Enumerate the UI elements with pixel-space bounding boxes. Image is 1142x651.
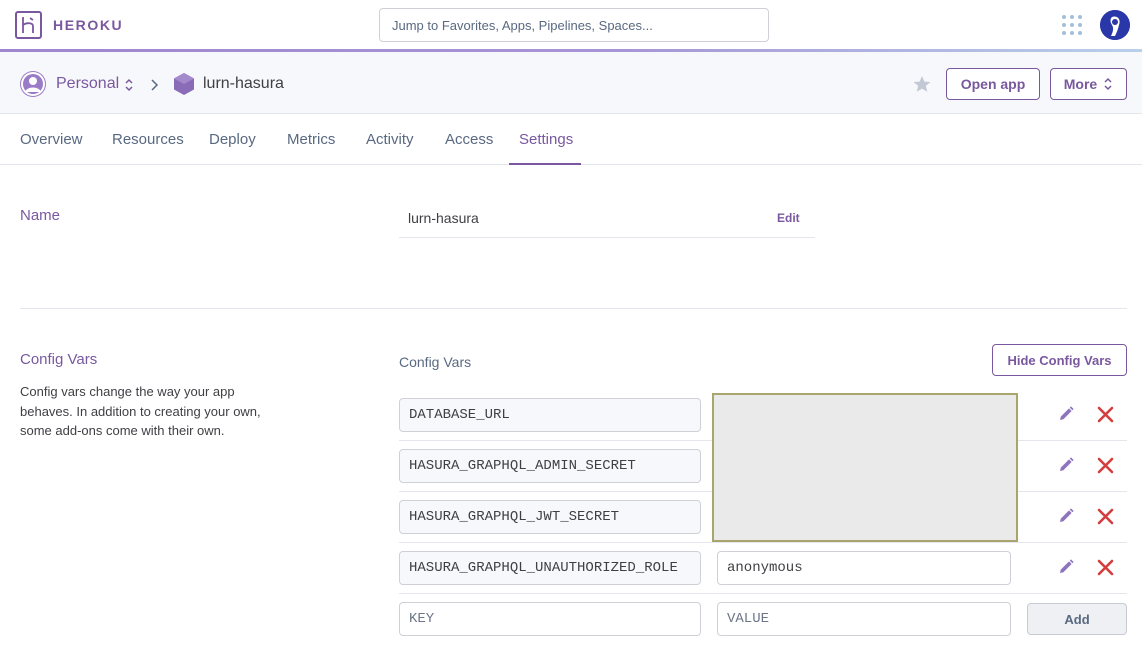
chevron-updown-icon: [1104, 77, 1112, 91]
new-key-input[interactable]: [399, 602, 701, 636]
config-key-field[interactable]: [399, 398, 701, 432]
hide-config-vars-button[interactable]: Hide Config Vars: [992, 344, 1127, 376]
section-divider: [20, 308, 1127, 309]
star-icon[interactable]: [912, 74, 932, 99]
pencil-icon[interactable]: [1057, 456, 1075, 479]
search-input[interactable]: [379, 8, 769, 42]
tab-deploy[interactable]: Deploy: [209, 131, 256, 148]
apps-grid-icon[interactable]: [1062, 15, 1082, 35]
config-key-field[interactable]: [399, 500, 701, 534]
row-divider: [399, 542, 1127, 543]
edit-name-button[interactable]: Edit: [777, 211, 800, 225]
divider: [399, 237, 815, 238]
tab-activity[interactable]: Activity: [366, 131, 414, 148]
tab-settings[interactable]: Settings: [519, 131, 573, 148]
person-icon: [20, 71, 46, 97]
config-vars-description: Config vars change the way your app beha…: [20, 384, 261, 438]
heroku-logo-icon[interactable]: [15, 11, 42, 39]
redacted-values-overlay: [712, 393, 1018, 542]
top-navbar: HEROKU: [0, 0, 1142, 50]
tab-access[interactable]: Access: [445, 131, 493, 148]
row-divider: [399, 593, 1127, 594]
new-value-input[interactable]: [717, 602, 1011, 636]
heroku-logo-text[interactable]: HEROKU: [53, 17, 123, 33]
app-header: Personal lurn-hasura Open app More: [0, 52, 1142, 114]
app-tabs: Overview Resources Deploy Metrics Activi…: [0, 115, 1142, 165]
open-app-button[interactable]: Open app: [946, 68, 1040, 100]
config-vars-section-title: Config Vars: [20, 351, 98, 368]
tab-metrics[interactable]: Metrics: [287, 131, 335, 148]
app-name: lurn-hasura: [203, 75, 284, 92]
tab-overview[interactable]: Overview: [20, 131, 83, 148]
pencil-icon[interactable]: [1057, 558, 1075, 581]
active-tab-indicator: [509, 163, 581, 165]
more-button[interactable]: More: [1050, 68, 1127, 100]
close-x-icon[interactable]: [1097, 457, 1114, 479]
close-x-icon[interactable]: [1097, 559, 1114, 581]
chevron-right-icon: [150, 78, 160, 96]
account-switcher[interactable]: Personal: [56, 75, 119, 93]
config-key-field[interactable]: [399, 551, 701, 585]
app-hexagon-icon: [173, 72, 195, 101]
pencil-icon[interactable]: [1057, 507, 1075, 530]
config-key-field[interactable]: [399, 449, 701, 483]
pencil-icon[interactable]: [1057, 405, 1075, 428]
app-name-value: lurn-hasura: [408, 210, 479, 226]
name-section-title: Name: [20, 207, 61, 224]
more-button-label: More: [1063, 76, 1098, 92]
chevron-updown-icon[interactable]: [124, 78, 134, 97]
tab-resources[interactable]: Resources: [112, 131, 184, 148]
close-x-icon[interactable]: [1097, 406, 1114, 428]
config-value-field[interactable]: [717, 551, 1011, 585]
config-vars-list-label: Config Vars: [399, 354, 472, 370]
user-avatar[interactable]: [1100, 10, 1130, 40]
add-config-var-button[interactable]: Add: [1027, 603, 1127, 635]
close-x-icon[interactable]: [1097, 508, 1114, 530]
